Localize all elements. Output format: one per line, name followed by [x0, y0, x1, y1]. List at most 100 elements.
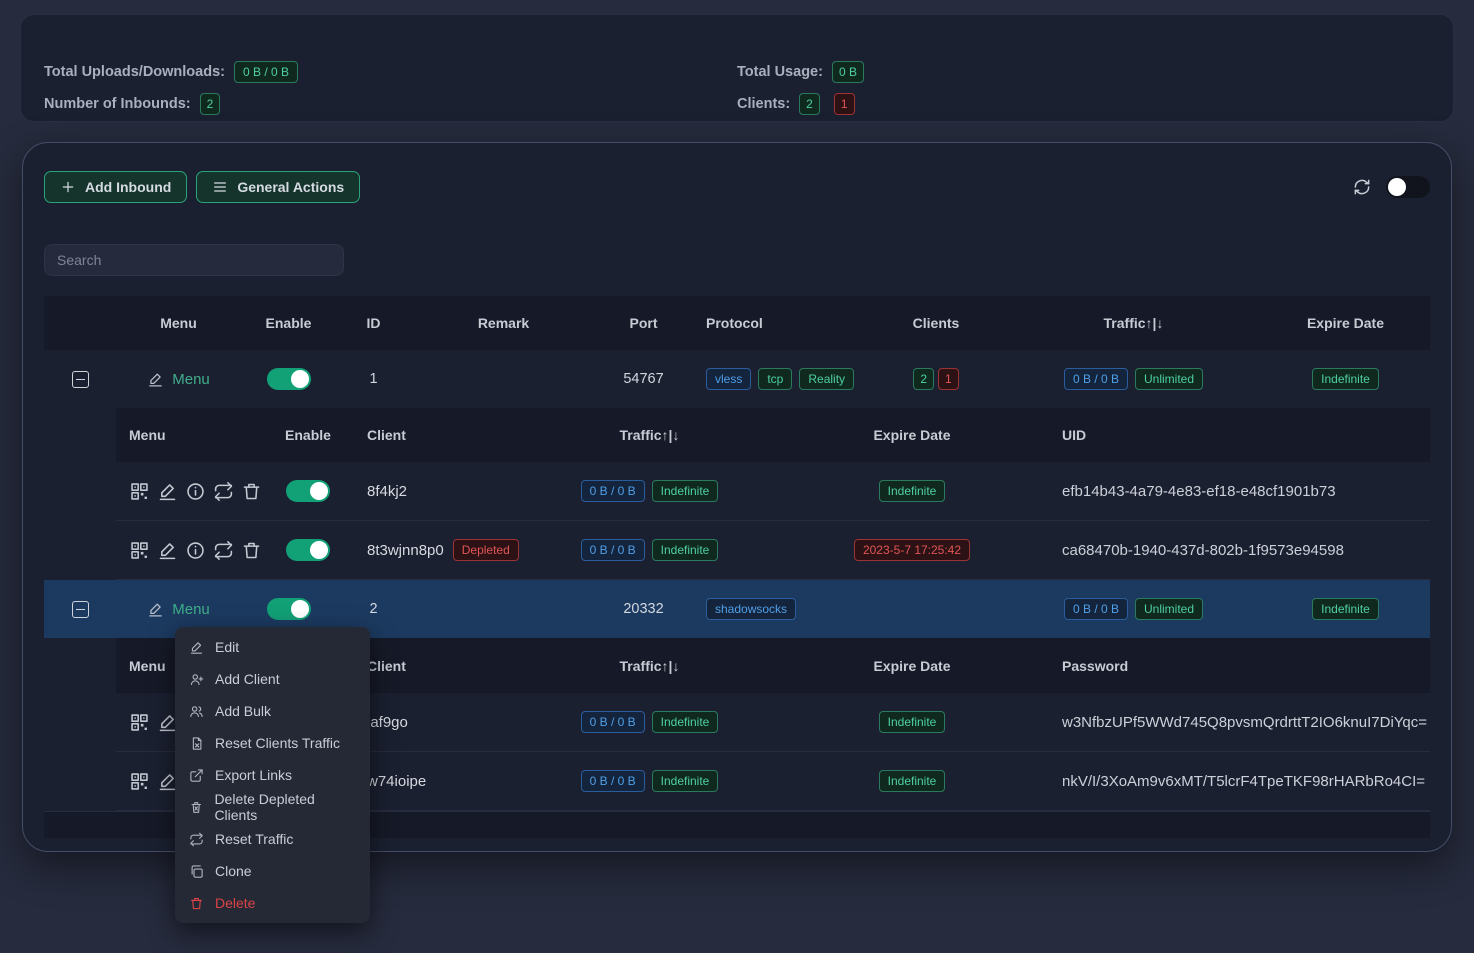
stat-total-uploads-label: Total Uploads/Downloads:: [44, 64, 225, 80]
col-header-menu: Menu: [160, 315, 197, 331]
inbound-port: 20332: [623, 601, 663, 617]
menu-item-delete-depleted-clients[interactable]: Delete Depleted Clients: [175, 791, 370, 823]
client-traffic-badge: 0 B / 0 B: [581, 480, 645, 502]
client-expire-badge: Indefinite: [879, 770, 946, 792]
client-expire-badge: Indefinite: [879, 480, 946, 502]
protocol-tag: shadowsocks: [706, 598, 796, 620]
file-reset-icon: [189, 736, 204, 751]
client-traffic-badge: 0 B / 0 B: [581, 711, 645, 733]
edit-pen-icon: [189, 640, 204, 655]
menu-item-add-client[interactable]: Add Client: [175, 663, 370, 695]
row-menu-button[interactable]: Menu: [147, 601, 210, 618]
client-enable-toggle[interactable]: [286, 480, 330, 502]
subcol-header-menu: Menu: [129, 658, 166, 674]
col-header-remark: Remark: [478, 315, 529, 331]
add-inbound-label: Add Inbound: [85, 179, 171, 195]
menu-item-clone[interactable]: Clone: [175, 855, 370, 887]
stat-total-usage-badge: 0 B: [832, 61, 864, 83]
add-inbound-button[interactable]: Add Inbound: [44, 171, 187, 203]
stat-total-uploads-badge: 0 B / 0 B: [234, 61, 298, 83]
col-header-id: ID: [367, 315, 381, 331]
client-password: w3NfbzUPf5WWd745Q8pvsmQrdrttT2IO6knuI7Di…: [1042, 714, 1427, 731]
network-tag: tcp: [758, 368, 792, 390]
info-icon[interactable]: [185, 481, 206, 502]
edit-pen-icon: [147, 371, 164, 388]
menu-item-reset-clients-traffic[interactable]: Reset Clients Traffic: [175, 727, 370, 759]
depleted-badge: Depleted: [453, 539, 519, 561]
subcol-header-expire: Expire Date: [873, 427, 950, 443]
reset-arrows-icon[interactable]: [213, 540, 234, 561]
traffic-badge: 0 B / 0 B: [1064, 368, 1128, 390]
traffic-limit-badge: Unlimited: [1135, 368, 1203, 390]
export-icon: [189, 768, 204, 783]
clients-active-badge: 2: [913, 368, 934, 390]
client-traffic-badge: 0 B / 0 B: [581, 770, 645, 792]
trash-icon: [189, 896, 204, 911]
client-name: 8t3wjnn8p0: [367, 542, 444, 559]
client-traffic-limit-badge: Indefinite: [652, 480, 719, 502]
stat-number-inbounds: Number of Inbounds: 2: [44, 93, 220, 115]
stat-clients-depleted-badge: 1: [834, 93, 855, 115]
stats-card: Total Uploads/Downloads: 0 B / 0 B Numbe…: [20, 14, 1454, 122]
menu-item-export-links[interactable]: Export Links: [175, 759, 370, 791]
table-header-row: Menu Enable ID Remark Port Protocol Clie…: [44, 296, 1430, 350]
client-traffic-badge: 0 B / 0 B: [581, 539, 645, 561]
edit-pen-icon[interactable]: [157, 481, 178, 502]
menu-item-edit[interactable]: Edit: [175, 631, 370, 663]
col-header-traffic: Traffic↑|↓: [1104, 315, 1164, 331]
traffic-limit-badge: Unlimited: [1135, 598, 1203, 620]
client-uid: ca68470b-1940-437d-802b-1f9573e94598: [1042, 542, 1344, 559]
users-add-icon: [189, 704, 204, 719]
menu-item-reset-traffic[interactable]: Reset Traffic: [175, 823, 370, 855]
col-header-port: Port: [630, 315, 658, 331]
qrcode-icon[interactable]: [129, 771, 150, 792]
qrcode-icon[interactable]: [129, 481, 150, 502]
expire-badge: Indefinite: [1312, 368, 1379, 390]
client-name: laf9go: [367, 714, 408, 731]
client-traffic-limit-badge: Indefinite: [652, 711, 719, 733]
plus-icon: [60, 179, 76, 195]
col-header-clients: Clients: [913, 315, 960, 331]
search-input[interactable]: [44, 244, 344, 276]
inbound-enable-toggle[interactable]: [267, 368, 311, 390]
clone-icon: [189, 864, 204, 879]
stat-total-usage: Total Usage: 0 B: [737, 61, 864, 83]
client-traffic-limit-badge: Indefinite: [652, 539, 719, 561]
reset-traffic-icon: [189, 832, 204, 847]
row-menu-button[interactable]: Menu: [147, 371, 210, 388]
collapse-row-button[interactable]: [72, 601, 89, 618]
edit-pen-icon[interactable]: [157, 540, 178, 561]
client-row: 8f4kj2 0 B / 0 B Indefinite Indefinite e…: [116, 462, 1430, 521]
reset-arrows-icon[interactable]: [213, 481, 234, 502]
user-add-icon: [189, 672, 204, 687]
menu-item-add-bulk[interactable]: Add Bulk: [175, 695, 370, 727]
client-expire-badge: 2023-5-7 17:25:42: [854, 539, 970, 561]
qrcode-icon[interactable]: [129, 712, 150, 733]
col-header-enable: Enable: [266, 315, 312, 331]
protocol-tag: vless: [706, 368, 751, 390]
client-enable-toggle[interactable]: [286, 539, 330, 561]
refresh-icon[interactable]: [1352, 177, 1372, 197]
qrcode-icon[interactable]: [129, 540, 150, 561]
expire-badge: Indefinite: [1312, 598, 1379, 620]
client-name: w74ioipe: [367, 773, 426, 790]
delete-depleted-icon: [189, 800, 203, 815]
inbound-enable-toggle[interactable]: [267, 598, 311, 620]
stat-number-inbounds-badge: 2: [200, 93, 221, 115]
client-subtable: Menu Enable Client Traffic↑|↓ Expire Dat…: [116, 408, 1430, 580]
stat-clients: Clients: 2 1: [737, 93, 855, 115]
header-toggle[interactable]: [1386, 176, 1430, 198]
collapse-row-button[interactable]: [72, 371, 89, 388]
menu-item-delete[interactable]: Delete: [175, 887, 370, 919]
subcol-header-expire: Expire Date: [873, 658, 950, 674]
subcol-header-enable: Enable: [285, 427, 331, 443]
trash-icon[interactable]: [241, 540, 262, 561]
clients-depleted-badge: 1: [938, 368, 959, 390]
info-icon[interactable]: [185, 540, 206, 561]
trash-icon[interactable]: [241, 481, 262, 502]
general-actions-button[interactable]: General Actions: [196, 171, 360, 203]
client-expire-badge: Indefinite: [879, 711, 946, 733]
traffic-badge: 0 B / 0 B: [1064, 598, 1128, 620]
client-name: 8f4kj2: [367, 483, 407, 500]
col-header-protocol: Protocol: [691, 315, 763, 331]
